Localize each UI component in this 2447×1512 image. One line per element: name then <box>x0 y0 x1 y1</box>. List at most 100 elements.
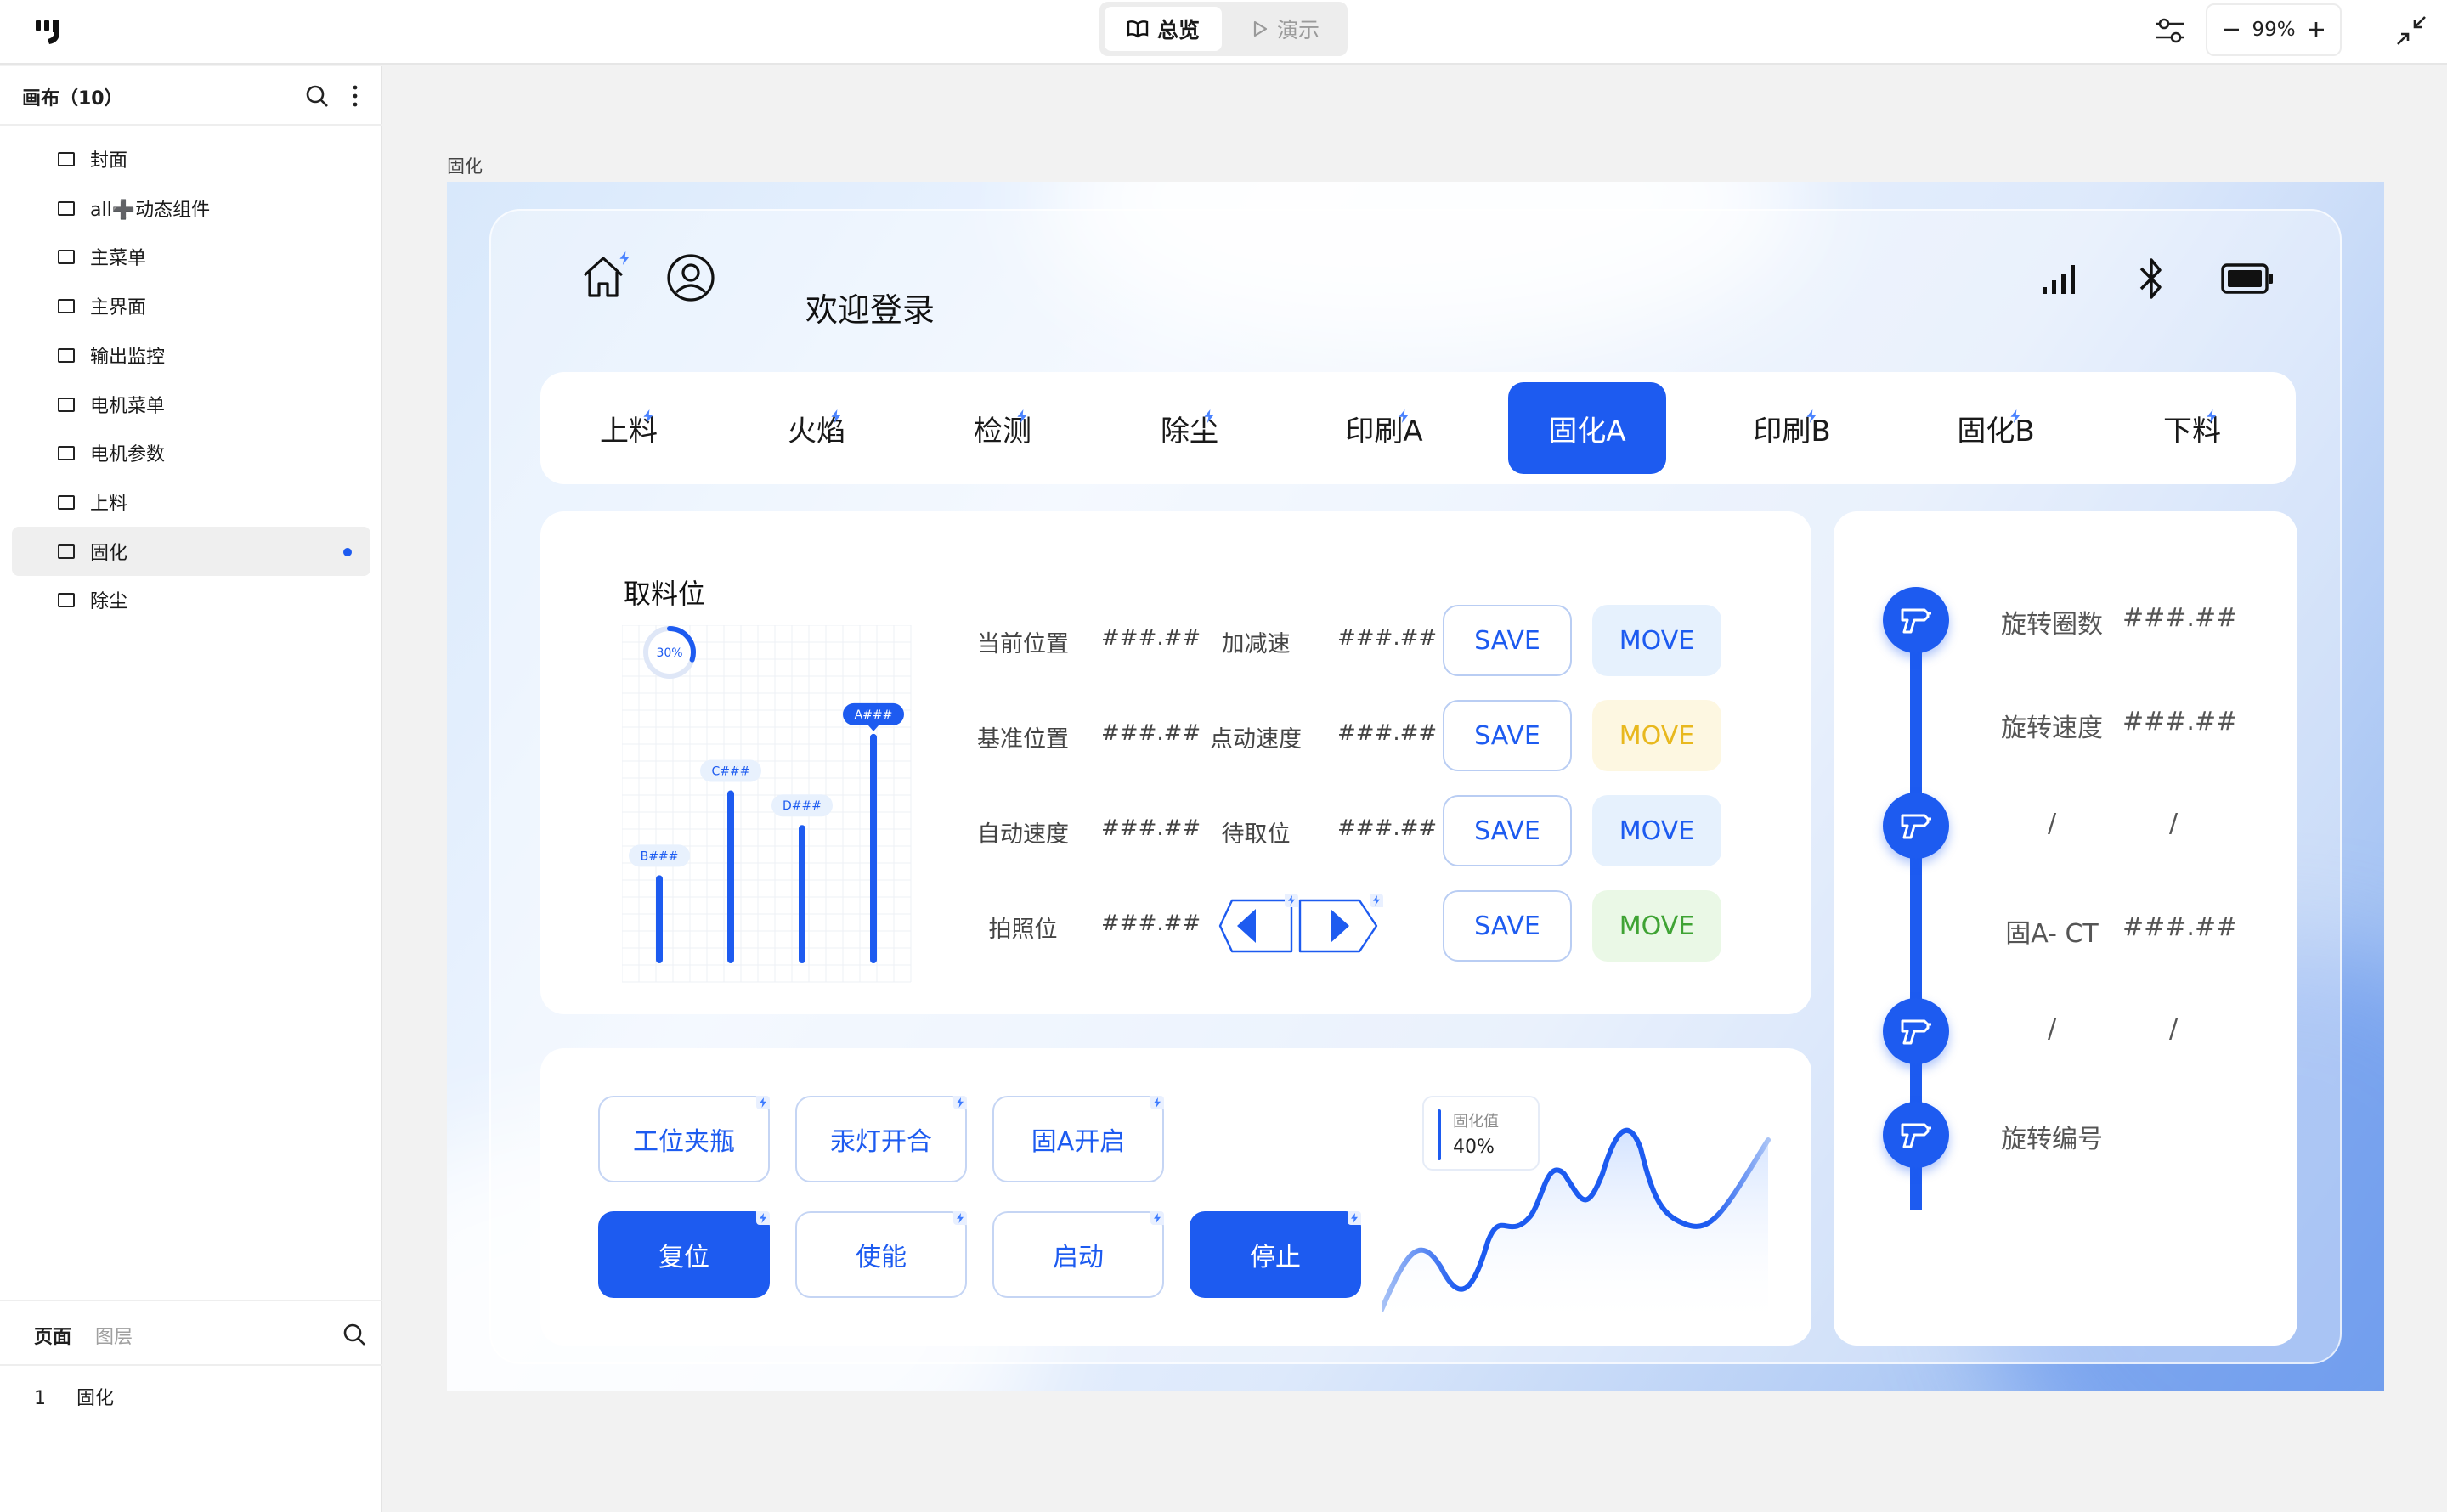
slider-label: D### <box>783 799 822 813</box>
process-tab[interactable]: 印刷B <box>1720 382 1864 474</box>
slider-bar[interactable] <box>727 790 734 964</box>
page-icon <box>58 397 75 412</box>
operation-button[interactable]: 停止 <box>1190 1211 1361 1298</box>
plus-icon[interactable] <box>2304 18 2328 42</box>
canvas-page-item[interactable]: 主界面 <box>12 281 370 330</box>
bolt-icon <box>1285 894 1298 907</box>
rotation-value: / <box>2168 1014 2179 1044</box>
mode-present-button[interactable]: 演示 <box>1227 7 1344 51</box>
param-value: ###.## <box>1101 911 1201 936</box>
process-tab[interactable]: 固化B <box>1924 382 2068 474</box>
page-label: 封面 <box>90 150 128 172</box>
process-tab[interactable]: 除尘 <box>1117 382 1262 474</box>
zoom-value[interactable]: 99% <box>2252 19 2295 41</box>
logo-icon[interactable] <box>34 17 66 48</box>
param-value: ###.## <box>1101 625 1201 651</box>
collapse-icon[interactable] <box>2394 14 2428 48</box>
drill-shape <box>1901 1019 1931 1045</box>
drill-node[interactable] <box>1883 1102 1949 1168</box>
canvas-page-item[interactable]: 输出监控 <box>12 330 370 380</box>
frame-label[interactable]: 固化 <box>447 153 483 178</box>
design-frame: 欢迎登录 上料 火焰 检测 除尘 印刷A 固化A 印刷B 固化B 下料 取料位 30% B### C… <box>447 182 2384 1391</box>
home-icon[interactable] <box>579 253 627 301</box>
page-number: 1 <box>34 1388 46 1409</box>
bolt-icon <box>953 1211 967 1225</box>
canvas-page-item[interactable]: 封面 <box>12 134 370 183</box>
move-button[interactable]: MOVE <box>1592 795 1721 866</box>
rotation-label: 旋转圈数 <box>2001 610 2103 640</box>
move-button[interactable]: MOVE <box>1592 890 1721 962</box>
canvas-page-item[interactable]: 除尘 <box>12 575 370 624</box>
save-button[interactable]: SAVE <box>1443 890 1572 962</box>
bolt-icon <box>1150 1096 1164 1109</box>
search-icon[interactable] <box>342 1322 367 1347</box>
mode-switch: 总览 演示 <box>1099 2 1348 56</box>
operation-button-label: 使能 <box>856 1243 907 1272</box>
drill-node[interactable] <box>1883 793 1949 859</box>
save-label: SAVE <box>1474 625 1540 656</box>
save-label: SAVE <box>1474 720 1540 751</box>
drill-node[interactable] <box>1883 587 1949 653</box>
signal-icon <box>2043 265 2075 294</box>
page-list-item[interactable]: 1 固化 <box>34 1383 144 1410</box>
param-label: 当前位置 <box>977 631 1069 657</box>
process-tab[interactable]: 下料 <box>2120 382 2264 474</box>
move-button[interactable]: MOVE <box>1592 700 1721 771</box>
drill-icon <box>1901 1123 1931 1148</box>
process-tab[interactable]: 火焰 <box>744 382 889 474</box>
rotation-card: 旋转圈数 ###.## 旋转速度 ###.## / / 固A- CT ###.## / / 旋转编号 <box>1834 511 2297 1346</box>
process-tab[interactable]: 检测 <box>930 382 1075 474</box>
mode-overview-label: 总览 <box>1156 18 1200 42</box>
tab-pages[interactable]: 页面 <box>34 1322 71 1349</box>
process-tab[interactable]: 上料 <box>557 382 701 474</box>
tab-layers[interactable]: 图层 <box>95 1322 133 1349</box>
process-tab-bar: 上料 火焰 检测 除尘 印刷A 固化A 印刷B 固化B 下料 <box>540 372 2296 484</box>
minus-icon[interactable] <box>2219 18 2243 42</box>
save-button[interactable]: SAVE <box>1443 795 1572 866</box>
canvas-page-item[interactable]: all➕动态组件 <box>12 183 370 233</box>
slider-bar[interactable] <box>656 875 663 963</box>
panel-tabs: 页面 图层 <box>0 1300 382 1366</box>
param-label: 点动速度 <box>1210 726 1302 753</box>
process-tab[interactable]: 印刷A <box>1312 382 1456 474</box>
bolt-icon <box>953 1096 967 1109</box>
process-tab[interactable]: 固化A <box>1508 382 1666 474</box>
slider-bar[interactable] <box>799 825 805 963</box>
operation-button[interactable]: 启动 <box>992 1211 1164 1298</box>
param-label: 加减速 <box>1221 631 1291 657</box>
param-label: 自动速度 <box>977 821 1069 848</box>
canvas-page-item[interactable]: 主菜单 <box>12 232 370 281</box>
mode-overview-button[interactable]: 总览 <box>1105 7 1222 51</box>
canvas-page-item[interactable]: 上料 <box>12 477 370 527</box>
search-icon[interactable] <box>304 83 330 109</box>
param-label: 拍照位 <box>988 917 1058 943</box>
play-icon <box>1253 20 1268 37</box>
bolt-icon <box>756 1211 770 1225</box>
save-button[interactable]: SAVE <box>1443 605 1572 676</box>
slider-bar[interactable] <box>870 733 877 963</box>
param-label: 基准位置 <box>977 726 1069 753</box>
user-icon[interactable] <box>666 253 715 302</box>
more-icon[interactable] <box>347 83 364 109</box>
page-label: 主菜单 <box>90 248 147 270</box>
bolt-icon <box>1150 1211 1164 1225</box>
operation-button[interactable]: 工位夹瓶 <box>598 1096 770 1182</box>
canvas-page-item[interactable]: 电机参数 <box>12 428 370 477</box>
book-icon <box>1127 20 1149 38</box>
operation-button[interactable]: 汞灯开合 <box>795 1096 967 1182</box>
drill-shape <box>1901 1123 1931 1148</box>
process-tab-label: 印刷B <box>1753 414 1831 449</box>
save-button[interactable]: SAVE <box>1443 700 1572 771</box>
page-label: 输出监控 <box>90 346 166 368</box>
move-button[interactable]: MOVE <box>1592 605 1721 676</box>
operation-button[interactable]: 固A开启 <box>992 1096 1164 1182</box>
operation-button[interactable]: 复位 <box>598 1211 770 1298</box>
bluetooth-icon[interactable] <box>2136 255 2167 302</box>
page-icon <box>58 494 75 510</box>
canvas-page-item[interactable]: 电机菜单 <box>12 380 370 429</box>
canvas-page-item[interactable]: 固化 <box>12 526 370 576</box>
operation-button[interactable]: 使能 <box>795 1211 967 1298</box>
save-label: SAVE <box>1474 911 1540 941</box>
adjust-icon[interactable] <box>2151 12 2189 49</box>
drill-node[interactable] <box>1883 998 1949 1064</box>
